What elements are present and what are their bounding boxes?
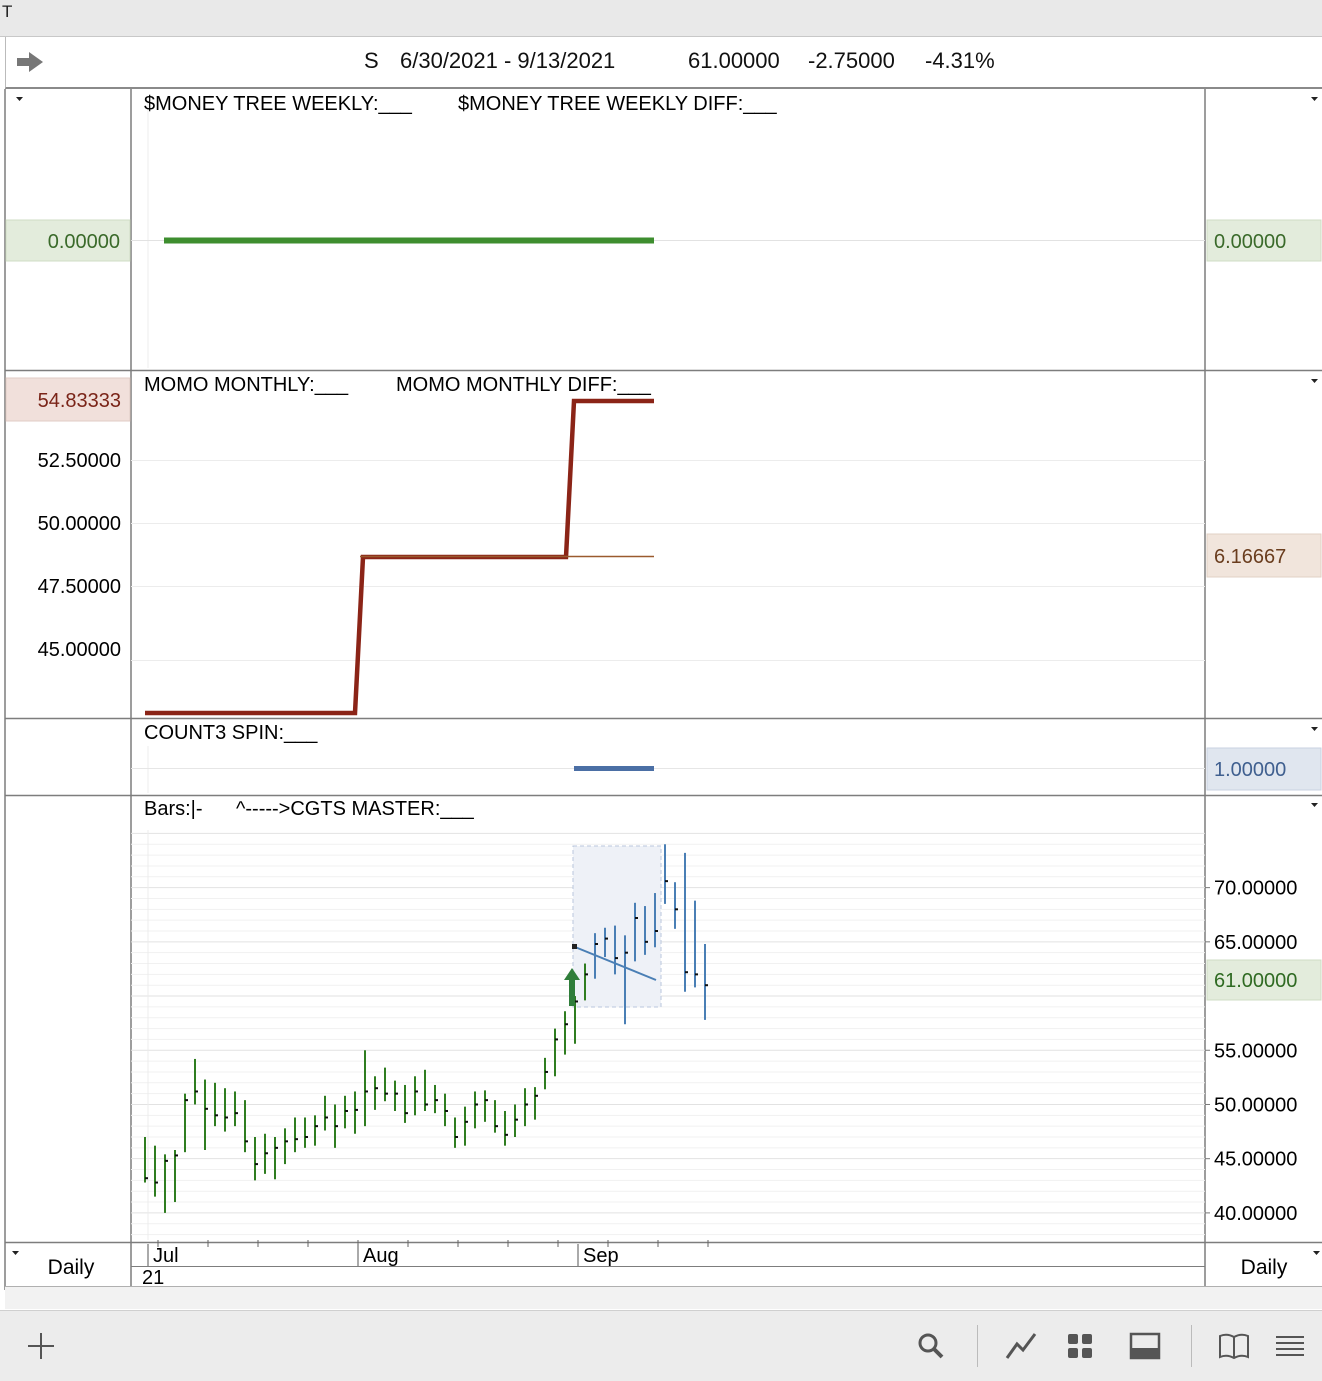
ohlc-bar <box>234 1091 238 1127</box>
price-legend-1: Bars:|- <box>144 798 203 820</box>
momo-legend-2: MOMO MONTHLY DIFF:___ <box>396 374 652 396</box>
period-selector-left[interactable]: Daily <box>48 1256 95 1279</box>
ohlc-bar <box>204 1079 208 1151</box>
ohlc-bar <box>474 1091 478 1129</box>
ohlc-bar <box>294 1117 298 1153</box>
trend-line-anchor[interactable] <box>572 944 577 949</box>
ohlc-bar <box>424 1069 428 1111</box>
ohlc-bar <box>514 1104 518 1137</box>
price-ytick: 40.00000 <box>1214 1203 1297 1225</box>
momo-ytick: 45.00000 <box>38 639 121 661</box>
momo-left-value: 54.83333 <box>38 390 121 412</box>
chevron-down-icon <box>1313 1251 1320 1255</box>
year-label: 21 <box>142 1267 164 1289</box>
x-tick-label: Aug <box>363 1245 399 1267</box>
ohlc-bar <box>484 1090 488 1122</box>
price-legend-2: ^----->CGTS MASTER:___ <box>236 798 475 820</box>
ohlc-bar <box>544 1057 548 1090</box>
ohlc-bar <box>694 900 698 988</box>
x-tick-label: Jul <box>153 1245 179 1267</box>
ohlc-bar <box>164 1154 168 1213</box>
count3-legend: COUNT3 SPIN:___ <box>144 722 318 744</box>
price-panel: Bars:|- ^----->CGTS MASTER:___ 70.00000 6… <box>131 798 1322 1240</box>
chevron-down-icon <box>1311 97 1318 101</box>
add-icon[interactable] <box>24 1329 58 1363</box>
price-gridlines <box>131 830 1205 1240</box>
chevron-down-icon <box>1311 727 1318 731</box>
panel-collapse-triangles[interactable] <box>12 97 1320 1255</box>
ohlc-bar <box>334 1104 338 1148</box>
count3-right-value: 1.00000 <box>1214 759 1286 781</box>
price-ytick: 55.00000 <box>1214 1040 1297 1062</box>
search-icon[interactable] <box>914 1329 948 1363</box>
ohlc-bar <box>684 852 688 992</box>
last-price-value: 61.00000 <box>1214 970 1297 992</box>
count3-panel: COUNT3 SPIN:___ 1.00000 <box>131 722 1322 793</box>
momo-legend-1: MOMO MONTHLY:___ <box>144 374 349 396</box>
menu-icon[interactable] <box>1273 1329 1307 1363</box>
ohlc-bar <box>264 1133 268 1174</box>
ohlc-bar <box>674 882 678 929</box>
ohlc-bar <box>414 1076 418 1116</box>
ohlc-bar <box>274 1137 278 1180</box>
ohlc-bar <box>494 1100 498 1133</box>
ohlc-bar <box>154 1145 158 1197</box>
ohlc-bar <box>194 1058 198 1105</box>
panel-layout-icon[interactable] <box>1128 1329 1162 1363</box>
momo-ytick: 47.50000 <box>38 576 121 598</box>
money-tree-legend-2: $MONEY TREE WEEKLY DIFF:___ <box>458 93 778 115</box>
ohlc-bar <box>174 1150 178 1203</box>
period-selector-right[interactable]: Daily <box>1241 1256 1288 1279</box>
ohlc-bar <box>364 1050 368 1127</box>
money-tree-left-value: 0.00000 <box>48 231 120 253</box>
ohlc-bar <box>384 1067 388 1102</box>
panel-frames <box>4 89 1322 1290</box>
bottom-toolbar <box>0 1310 1322 1381</box>
money-tree-panel: $MONEY TREE WEEKLY:___ $MONEY TREE WEEKL… <box>5 93 1322 368</box>
selection-box[interactable] <box>572 845 662 1008</box>
chart-canvas[interactable]: $MONEY TREE WEEKLY:___ $MONEY TREE WEEKL… <box>0 0 1322 1310</box>
money-tree-right-value: 0.00000 <box>1214 231 1286 253</box>
ohlc-bar <box>534 1087 538 1120</box>
ohlc-bar <box>184 1093 188 1153</box>
ohlc-bar <box>314 1115 318 1146</box>
line-chart-icon[interactable] <box>1004 1329 1038 1363</box>
ohlc-bar <box>554 1028 558 1077</box>
momo-right-value: 6.16667 <box>1214 546 1286 568</box>
toolbar-separator <box>1191 1325 1192 1367</box>
grid-layout-icon[interactable] <box>1063 1329 1097 1363</box>
ohlc-bar <box>324 1095 328 1131</box>
chevron-down-icon <box>1311 379 1318 383</box>
chevron-down-icon <box>12 1251 19 1255</box>
money-tree-legend-1: $MONEY TREE WEEKLY:___ <box>144 93 413 115</box>
ohlc-bar <box>344 1095 348 1129</box>
ohlc-bar <box>404 1084 408 1123</box>
ohlc-bar <box>454 1117 458 1148</box>
price-ytick: 45.00000 <box>1214 1149 1297 1171</box>
status-stripe <box>5 1287 1322 1309</box>
chevron-down-icon <box>16 97 23 101</box>
price-ytick: 50.00000 <box>1214 1094 1297 1116</box>
price-axis: 70.00000 65.00000 55.00000 50.00000 45.00000… <box>1205 878 1297 1225</box>
book-icon[interactable] <box>1217 1329 1251 1363</box>
ohlc-bar <box>354 1091 358 1134</box>
ohlc-bar <box>664 844 668 904</box>
momo-panel: MOMO MONTHLY:___ MOMO MONTHLY DIFF:___ 5… <box>5 374 1322 716</box>
ohlc-bar <box>224 1088 228 1132</box>
momo-ytick: 52.50000 <box>38 450 121 472</box>
ohlc-bar <box>504 1110 508 1146</box>
price-ytick: 65.00000 <box>1214 932 1297 954</box>
ohlc-bar <box>704 944 708 1020</box>
x-tick-label: Sep <box>583 1245 619 1267</box>
ohlc-bar <box>394 1080 398 1111</box>
x-axis: Jul Aug Sep 21 Daily Daily <box>48 1240 1288 1289</box>
ohlc-bar <box>444 1093 448 1127</box>
ohlc-bar <box>304 1117 308 1148</box>
toolbar-separator <box>977 1325 978 1367</box>
price-ytick: 70.00000 <box>1214 878 1297 900</box>
momo-ytick: 50.00000 <box>38 513 121 535</box>
chevron-down-icon <box>1311 803 1318 807</box>
ohlc-bar <box>434 1084 438 1114</box>
